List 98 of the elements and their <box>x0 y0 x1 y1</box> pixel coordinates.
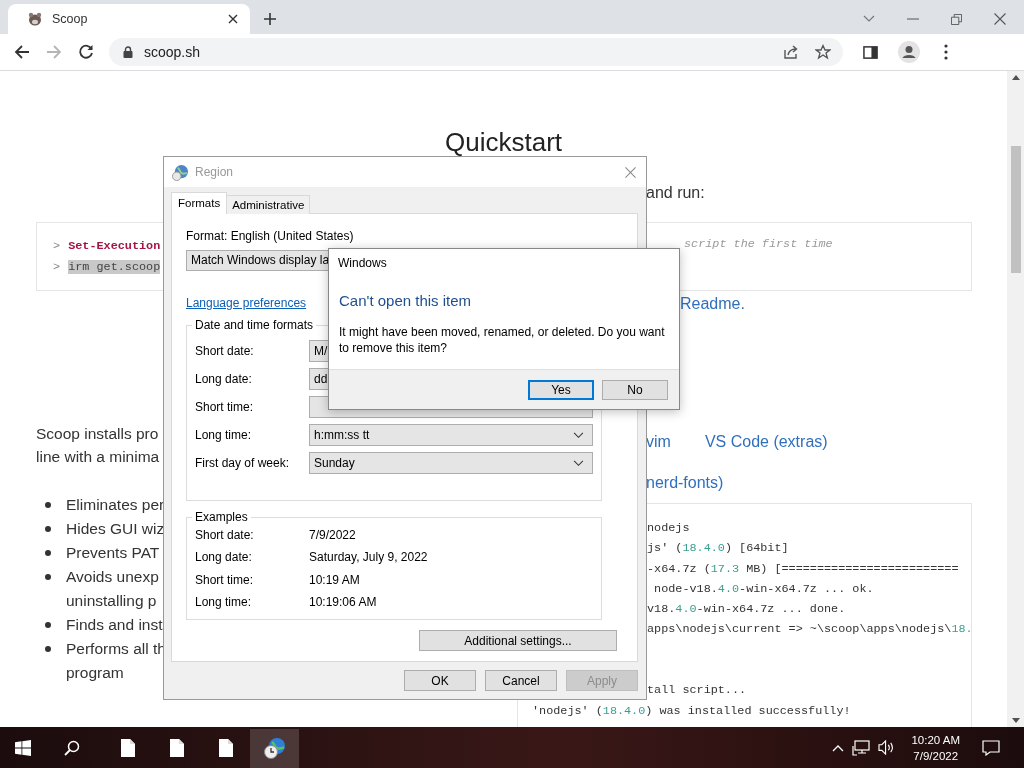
field-label: Long time: <box>195 595 253 610</box>
chevron-up-icon[interactable] <box>832 743 845 752</box>
file-icon <box>120 739 135 757</box>
font-link[interactable]: nerd-fonts) <box>646 474 724 491</box>
star-icon[interactable] <box>815 44 831 60</box>
field-label: First day of week: <box>195 456 291 470</box>
lock-icon <box>123 46 133 58</box>
share-icon[interactable] <box>783 44 799 60</box>
additional-settings-button[interactable]: Additional settings... <box>419 630 617 652</box>
bullet-icon <box>45 526 51 532</box>
bullet-icon <box>45 502 51 508</box>
code-line: 'nodejs' (18.4.0) was installed successfully! <box>532 702 851 720</box>
instruction-text: and run: <box>646 183 706 203</box>
readme-link[interactable]: Readme. <box>680 295 745 312</box>
format-label: Format: English (United States) <box>186 229 355 243</box>
scroll-down-icon[interactable] <box>1011 718 1020 723</box>
window-title: Windows <box>337 255 388 270</box>
dialog-button[interactable]: OK <box>404 670 476 691</box>
code-line: apps\nodejs\current => ~\scoop\apps\nodejs\18. <box>647 621 971 639</box>
globe-clock-icon <box>262 736 287 760</box>
menu-icon[interactable] <box>944 44 948 60</box>
code-line: nodejs <box>647 520 690 537</box>
taskbar-app[interactable] <box>250 728 299 768</box>
search-icon[interactable] <box>64 739 80 756</box>
field-label: Long date: <box>195 372 253 386</box>
bullet-text: Avoids unexp uninstalling p <box>66 567 159 611</box>
code-comment: script the first time <box>684 237 833 251</box>
command-text: irm get.scoop <box>68 260 161 274</box>
prompt-sign: > <box>53 260 61 274</box>
code-line: node-v18.4.0-win-x64.7z ... ok. <box>653 580 874 598</box>
bullet-icon <box>45 622 51 628</box>
dialog-button[interactable]: Cancel <box>485 670 557 691</box>
dialog-button[interactable]: Yes <box>528 379 594 400</box>
address-field[interactable]: scoop.sh <box>109 38 843 66</box>
start-icon[interactable] <box>15 739 31 756</box>
example-value: 10:19 AM <box>309 572 360 587</box>
notification-icon[interactable] <box>982 739 1000 756</box>
field-label: Short time: <box>195 572 255 587</box>
chevron-down-icon <box>573 431 584 439</box>
clock-time[interactable]: 10:20 AM <box>911 731 960 748</box>
example-value: 7/9/2022 <box>309 528 356 543</box>
intro-text: Scoop installs pro line with a minima <box>36 424 161 467</box>
dialog-button[interactable]: No <box>602 379 668 400</box>
close-icon[interactable] <box>994 13 1006 25</box>
new-tab-icon[interactable] <box>263 12 277 26</box>
reload-icon[interactable] <box>78 44 94 60</box>
bullet-text: Eliminates per <box>66 495 165 515</box>
bullet-text: Prevents PAT <box>66 543 160 563</box>
back-icon[interactable] <box>14 44 30 60</box>
clock-date[interactable]: 7/9/2022 <box>913 747 959 764</box>
message-text: It might have been moved, renamed, or deleted. Do you want to remove this item? <box>338 324 666 356</box>
code-line: js' (18.4.0) [64bit] <box>647 540 789 558</box>
bullet-text: Hides GUI wiz <box>66 519 165 539</box>
globe-icon <box>172 163 189 181</box>
side-panel-icon[interactable] <box>863 44 878 60</box>
field-label: Short time: <box>195 400 255 414</box>
command-text: Set-Execution <box>68 239 161 253</box>
scrollbar[interactable] <box>1007 71 1024 727</box>
tab-title: Scoop <box>52 12 89 26</box>
scroll-thumb[interactable] <box>1010 146 1021 273</box>
network-icon[interactable] <box>852 739 871 756</box>
language-link[interactable]: Language preferences <box>186 296 307 310</box>
window-title: Region <box>195 165 234 179</box>
chevron-down-icon <box>573 459 584 467</box>
group-title: Examples <box>194 510 249 524</box>
volume-icon[interactable] <box>878 740 896 755</box>
message-heading: Can't open this item <box>338 291 473 310</box>
field-label: Short date: <box>195 344 255 358</box>
dropdown[interactable]: Sunday <box>309 452 593 474</box>
scroll-up-icon[interactable] <box>1011 75 1020 80</box>
bullet-icon <box>45 550 51 556</box>
site-icon <box>27 11 43 27</box>
editor-link[interactable]: vim <box>646 432 671 452</box>
editor-link[interactable]: VS Code (extras) <box>704 432 828 452</box>
bullet-icon <box>45 646 51 652</box>
dialog-tab[interactable]: Formats <box>171 192 228 214</box>
chevron-down-icon[interactable] <box>863 15 875 23</box>
dropdown[interactable]: h:mm:ss tt <box>309 424 593 446</box>
close-icon[interactable] <box>228 14 238 24</box>
bullet-text: Finds and inst <box>66 615 163 635</box>
group-title: Date and time formats <box>194 318 315 332</box>
bullet-icon <box>45 574 51 580</box>
profile-icon[interactable] <box>898 41 920 63</box>
file-icon <box>218 739 233 757</box>
code-line: tall script... <box>647 682 747 700</box>
restore-icon[interactable] <box>951 13 962 25</box>
example-value: 10:19:06 AM <box>309 595 377 610</box>
file-icon <box>169 739 184 757</box>
prompt-sign: > <box>53 239 61 253</box>
field-label: Long time: <box>195 428 253 442</box>
dialog-tab[interactable]: Administrative <box>226 195 311 214</box>
example-value: Saturday, July 9, 2022 <box>309 550 428 565</box>
page-heading: Quickstart <box>444 127 563 157</box>
browser-tab[interactable]: Scoop <box>8 4 250 34</box>
field-label: Long date: <box>195 550 253 565</box>
code-line: v18.4.0-win-x64.7z ... done. <box>647 601 846 619</box>
field-label: Short date: <box>195 528 255 543</box>
code-line: -x64.7z (17.3 MB) [========================= <box>647 560 959 578</box>
